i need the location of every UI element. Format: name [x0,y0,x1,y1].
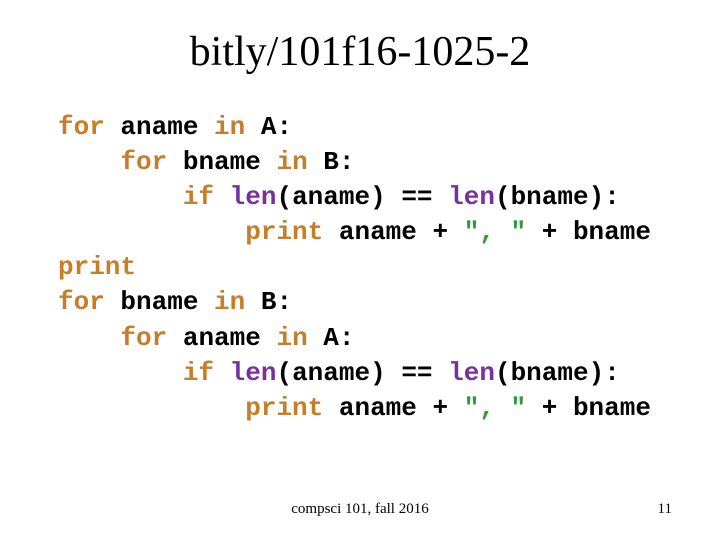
keyword-for: for [58,287,105,317]
identifier: bname [183,147,261,177]
paren: ( [495,358,511,388]
keyword-in: in [276,323,307,353]
colon: : [604,182,620,212]
identifier: aname [292,358,370,388]
colon: : [339,323,355,353]
colon: : [276,287,292,317]
paren: ) [589,358,605,388]
identifier: bname [511,182,589,212]
colon: : [339,147,355,177]
colon: : [276,112,292,142]
footer-page-number: 11 [658,501,672,518]
identifier: aname [292,182,370,212]
keyword-print: print [245,393,323,423]
slide-title: bitly/101f16-1025-2 [0,28,720,76]
keyword-in: in [214,287,245,317]
identifier: aname [120,112,198,142]
operator-eq: == [401,182,432,212]
identifier: B [261,287,277,317]
operator-plus: + [432,393,448,423]
paren: ) [370,182,386,212]
paren: ) [589,182,605,212]
identifier: bname [511,358,589,388]
identifier: bname [573,217,651,247]
keyword-if: if [183,358,214,388]
keyword-in: in [214,112,245,142]
slide: bitly/101f16-1025-2 for aname in A: for … [0,0,720,540]
operator-plus: + [542,393,558,423]
paren: ( [276,182,292,212]
paren: ( [495,182,511,212]
keyword-in: in [276,147,307,177]
identifier: B [323,147,339,177]
string-literal: ", " [464,393,526,423]
identifier: bname [120,287,198,317]
paren: ) [370,358,386,388]
operator-plus: + [542,217,558,247]
function-len: len [448,182,495,212]
string-literal: ", " [464,217,526,247]
operator-eq: == [401,358,432,388]
footer-course: compsci 101, fall 2016 [0,501,720,518]
keyword-print: print [245,217,323,247]
identifier: aname [339,217,417,247]
function-len: len [230,358,277,388]
keyword-for: for [58,112,105,142]
identifier: A [323,323,339,353]
function-len: len [448,358,495,388]
keyword-for: for [120,147,167,177]
identifier: bname [573,393,651,423]
colon: : [604,358,620,388]
keyword-print: print [58,252,136,282]
identifier: aname [183,323,261,353]
function-len: len [230,182,277,212]
keyword-if: if [183,182,214,212]
paren: ( [276,358,292,388]
identifier: aname [339,393,417,423]
code-block: for aname in A: for bname in B: if len(a… [58,110,651,426]
identifier: A [261,112,277,142]
keyword-for: for [120,323,167,353]
operator-plus: + [432,217,448,247]
